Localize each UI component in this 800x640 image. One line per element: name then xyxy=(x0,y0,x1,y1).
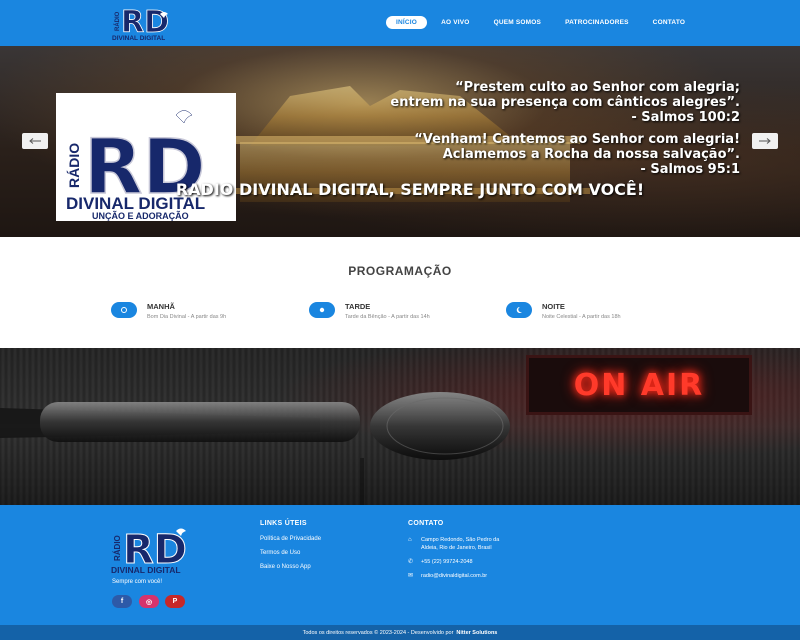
nav-inicio[interactable]: INÍCIO xyxy=(386,16,428,29)
copyright-bar: Todos os direitos reservados © 2023-2024… xyxy=(0,625,800,640)
hero-tagline: RADIO DIVINAL DIGITAL, SEMPRE JUNTO COM … xyxy=(175,180,645,199)
program-desc: Bom Dia Divinal - A partir das 9h xyxy=(147,314,227,320)
link-download-app[interactable]: Baixe o Nosso App xyxy=(260,564,311,570)
contact-title: CONTATO xyxy=(408,520,444,527)
quote-psalm-95: “Venham! Cantemos ao Senhor com alegria!… xyxy=(414,132,740,177)
email-icon: ✉ xyxy=(408,573,414,579)
program-name: TARDE xyxy=(345,302,371,311)
phone-icon: ✆ xyxy=(408,559,414,565)
on-air-text: ON AIR xyxy=(573,367,705,403)
program-desc: Tarde da Bênção - A partir das 14h xyxy=(345,314,430,320)
home-icon: ⌂ xyxy=(408,537,412,543)
programming-title: PROGRAMAÇÃO xyxy=(348,264,452,278)
nav-patrocinadores[interactable]: PATROCINADORES xyxy=(555,16,639,29)
arrow-left-icon xyxy=(29,138,41,144)
logo-badge: RÁDIO xyxy=(114,11,121,31)
developer-link[interactable]: Nitter Solutions xyxy=(456,630,497,636)
hero-logo-subtitle: UNÇÃO E ADORAÇÃO xyxy=(92,211,189,221)
pinterest-icon[interactable]: P xyxy=(165,595,185,608)
link-terms-of-use[interactable]: Termos de Uso xyxy=(260,550,300,556)
program-name: NOITE xyxy=(542,302,565,311)
program-afternoon: TARDE Tarde da Bênção - A partir das 14h xyxy=(309,302,430,326)
instagram-icon[interactable]: ◎ xyxy=(139,595,159,608)
nav-quem-somos[interactable]: QUEM SOMOS xyxy=(484,16,552,29)
nav-contato[interactable]: CONTATO xyxy=(643,16,695,29)
on-air-sign: ON AIR xyxy=(526,355,752,415)
carousel-next-button[interactable] xyxy=(752,133,778,149)
footer-logo[interactable]: RÁDIO RD DIVINAL DIGITAL xyxy=(110,519,202,576)
contact-address: ⌂ Campo Redondo, São Pedro da Aldeia, Ri… xyxy=(408,537,500,551)
footer-tagline: Sempre com você! xyxy=(112,579,163,585)
hero-logo-badge: RÁDIO xyxy=(66,143,82,188)
site-header: RÁDIO RD DIVINAL DIGITAL INÍCIO AO VIVO … xyxy=(0,0,800,46)
hero-carousel: RÁDIO RD DIVINAL DIGITAL UNÇÃO E ADORAÇÃ… xyxy=(0,46,800,237)
hero-logo: RÁDIO RD DIVINAL DIGITAL UNÇÃO E ADORAÇÃ… xyxy=(56,93,236,221)
links-title: LINKS ÚTEIS xyxy=(260,520,307,527)
moon-icon xyxy=(506,302,532,318)
footer-logo-name: DIVINAL DIGITAL xyxy=(111,565,181,575)
footer-logo-badge: RÁDIO xyxy=(113,535,122,561)
program-name: MANHÃ xyxy=(147,302,175,311)
contact-email[interactable]: ✉ radio@divinaldigital.com.br xyxy=(408,572,487,580)
copyright-text: Todos os direitos reservados © 2023-2024… xyxy=(302,629,454,636)
program-morning: MANHÃ Bom Dia Divinal - A partir das 9h xyxy=(111,302,226,326)
sun-icon xyxy=(309,302,335,318)
arrow-right-icon xyxy=(759,138,771,144)
facebook-icon[interactable]: f xyxy=(112,595,132,608)
main-nav: INÍCIO AO VIVO QUEM SOMOS PATROCINADORES… xyxy=(386,16,699,29)
contact-phone[interactable]: ✆ +55 (22) 99724-2048 xyxy=(408,558,473,566)
quote-psalm-100: “Prestem culto ao Senhor com alegria; en… xyxy=(390,80,740,125)
logo-name: DIVINAL DIGITAL xyxy=(112,35,165,42)
link-privacy-policy[interactable]: Política de Privacidade xyxy=(260,536,321,542)
carousel-prev-button[interactable] xyxy=(22,133,48,149)
program-night: NOITE Noite Celestial - A partir das 18h xyxy=(506,302,621,326)
site-footer: RÁDIO RD DIVINAL DIGITAL Sempre com você… xyxy=(0,505,800,625)
sunrise-icon xyxy=(111,302,137,318)
nav-ao-vivo[interactable]: AO VIVO xyxy=(431,16,480,29)
program-desc: Noite Celestial - A partir das 18h xyxy=(542,314,621,320)
header-logo[interactable]: RÁDIO RD DIVINAL DIGITAL xyxy=(110,4,182,42)
